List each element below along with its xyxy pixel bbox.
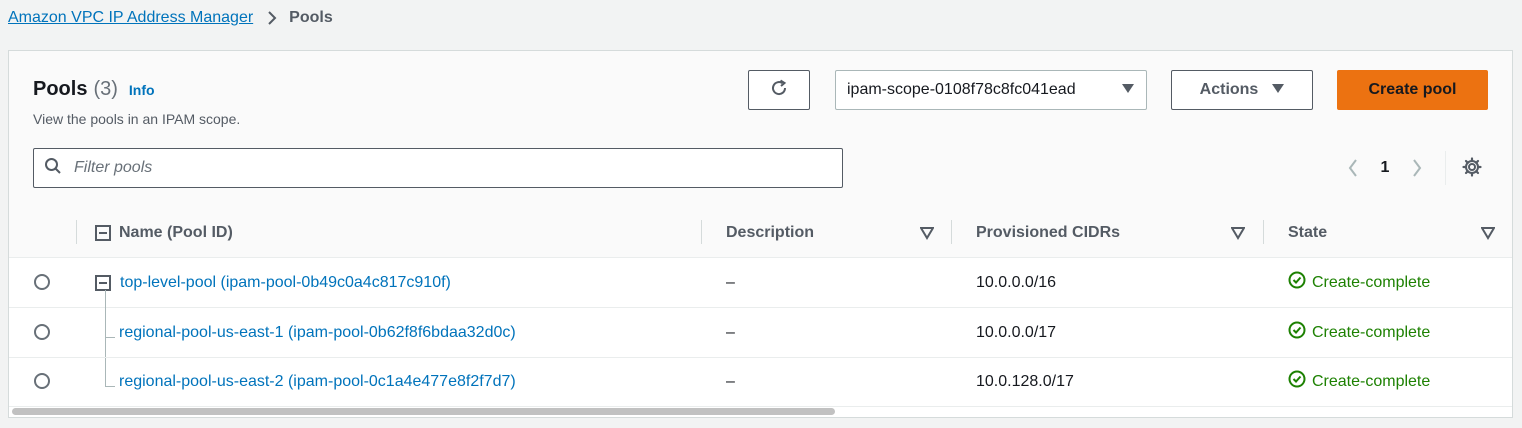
filter-input[interactable] <box>72 158 816 178</box>
table-row[interactable]: regional-pool-us-east-1 (ipam-pool-0b62f… <box>9 308 1512 358</box>
title-count: (3) <box>93 78 118 100</box>
sort-icon[interactable] <box>919 226 935 240</box>
pools-panel: Pools (3) Info View the pools in an IPAM… <box>8 50 1513 418</box>
row-select-radio[interactable] <box>34 373 50 389</box>
table-row[interactable]: regional-pool-us-east-2 (ipam-pool-0c1a4… <box>9 357 1512 407</box>
preferences-button[interactable] <box>1459 156 1485 182</box>
info-link[interactable]: Info <box>129 82 155 98</box>
pool-description: – <box>726 273 735 291</box>
gear-icon <box>1462 156 1482 182</box>
page-title: Pools (3) Info <box>33 78 155 101</box>
chevron-right-icon <box>267 11 277 25</box>
collapse-all-icon[interactable] <box>95 225 111 246</box>
pool-cidr: 10.0.0.0/16 <box>976 273 1057 291</box>
collapse-icon[interactable] <box>95 275 111 296</box>
search-icon <box>44 157 62 180</box>
breadcrumb-current: Pools <box>289 9 333 26</box>
status-badge: Create-complete <box>1288 308 1430 357</box>
panel-description: View the pools in an IPAM scope. <box>33 111 241 127</box>
status-text: Create-complete <box>1312 323 1431 341</box>
pool-description: – <box>726 323 735 341</box>
caret-down-icon <box>1272 81 1285 99</box>
page-number[interactable]: 1 <box>1367 159 1403 177</box>
horizontal-scrollbar-thumb[interactable] <box>12 408 835 415</box>
check-circle-icon <box>1288 370 1312 393</box>
breadcrumb-link-ipam[interactable]: Amazon VPC IP Address Manager <box>8 9 253 27</box>
create-pool-button[interactable]: Create pool <box>1337 70 1488 110</box>
refresh-button[interactable] <box>748 70 810 110</box>
column-divider <box>1263 220 1264 244</box>
check-circle-icon <box>1288 271 1312 294</box>
pool-name-link[interactable]: regional-pool-us-east-1 (ipam-pool-0b62f… <box>119 308 516 357</box>
actions-button[interactable]: Actions <box>1171 70 1313 110</box>
create-pool-label: Create pool <box>1368 81 1457 98</box>
column-divider <box>76 220 77 244</box>
table-header: Name (Pool ID) Description Provisioned C… <box>9 208 1512 258</box>
pool-cidr: 10.0.128.0/17 <box>976 372 1074 390</box>
table-row[interactable]: top-level-pool (ipam-pool-0b49c0a4c817c9… <box>9 258 1512 308</box>
status-badge: Create-complete <box>1288 258 1430 307</box>
title-text: Pools <box>33 78 88 100</box>
check-circle-icon <box>1288 321 1312 344</box>
sort-icon[interactable] <box>1480 226 1496 240</box>
scope-select[interactable]: ipam-scope-0108f78c8fc041ead <box>835 70 1147 110</box>
chevron-right-icon[interactable] <box>1403 154 1431 182</box>
pool-description: – <box>726 372 735 390</box>
pool-name-link[interactable]: top-level-pool (ipam-pool-0b49c0a4c817c9… <box>120 258 451 307</box>
column-header-cidrs[interactable]: Provisioned CIDRs <box>976 208 1120 257</box>
row-select-radio[interactable] <box>34 324 50 340</box>
caret-down-icon <box>1122 81 1134 99</box>
column-header-name[interactable]: Name (Pool ID) <box>119 208 233 257</box>
scope-select-value: ipam-scope-0108f78c8fc041ead <box>847 81 1076 98</box>
status-text: Create-complete <box>1312 273 1431 291</box>
chevron-left-icon[interactable] <box>1339 154 1367 182</box>
pagination-divider <box>1445 151 1446 185</box>
column-header-description[interactable]: Description <box>726 208 814 257</box>
actions-label: Actions <box>1199 81 1259 98</box>
status-text: Create-complete <box>1312 372 1431 390</box>
breadcrumb: Amazon VPC IP Address Manager Pools <box>8 6 333 30</box>
pool-name-link[interactable]: regional-pool-us-east-2 (ipam-pool-0c1a4… <box>119 357 516 406</box>
status-badge: Create-complete <box>1288 357 1430 406</box>
column-divider <box>951 220 952 244</box>
row-select-radio[interactable] <box>34 274 50 290</box>
column-header-state[interactable]: State <box>1288 208 1327 257</box>
pagination: 1 <box>1339 154 1431 182</box>
filter-field[interactable] <box>33 148 843 188</box>
refresh-icon <box>769 78 789 103</box>
pool-cidr: 10.0.0.0/17 <box>976 323 1057 341</box>
sort-icon[interactable] <box>1230 226 1246 240</box>
column-divider <box>701 220 702 244</box>
